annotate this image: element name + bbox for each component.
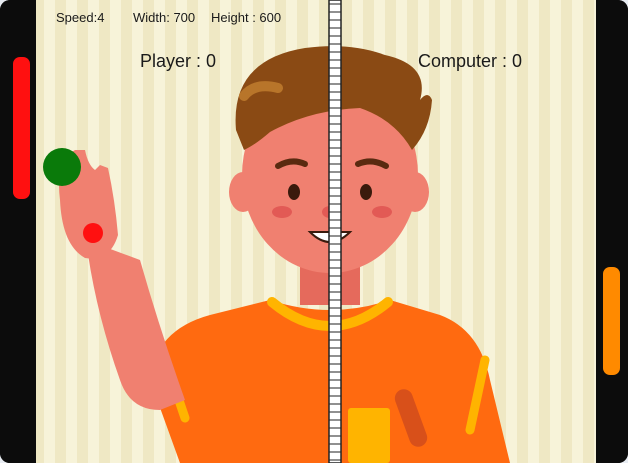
player-score: Player : 0 xyxy=(140,51,217,71)
computer-score: Computer : 0 xyxy=(418,51,523,71)
right-wall xyxy=(596,0,628,463)
marker-dot-icon xyxy=(83,223,103,243)
height-readout: Height : 600 xyxy=(211,10,282,25)
width-readout: Width: 700 xyxy=(133,10,196,25)
center-net-icon xyxy=(328,0,342,463)
game-court[interactable] xyxy=(0,0,628,463)
player-paddle-icon[interactable] xyxy=(13,57,30,199)
computer-paddle-icon xyxy=(603,267,620,375)
speed-readout: Speed:4 xyxy=(56,10,105,25)
ball-icon xyxy=(43,148,81,186)
game-window[interactable]: Speed:4 Width: 700 Height : 600 Player :… xyxy=(0,0,628,463)
